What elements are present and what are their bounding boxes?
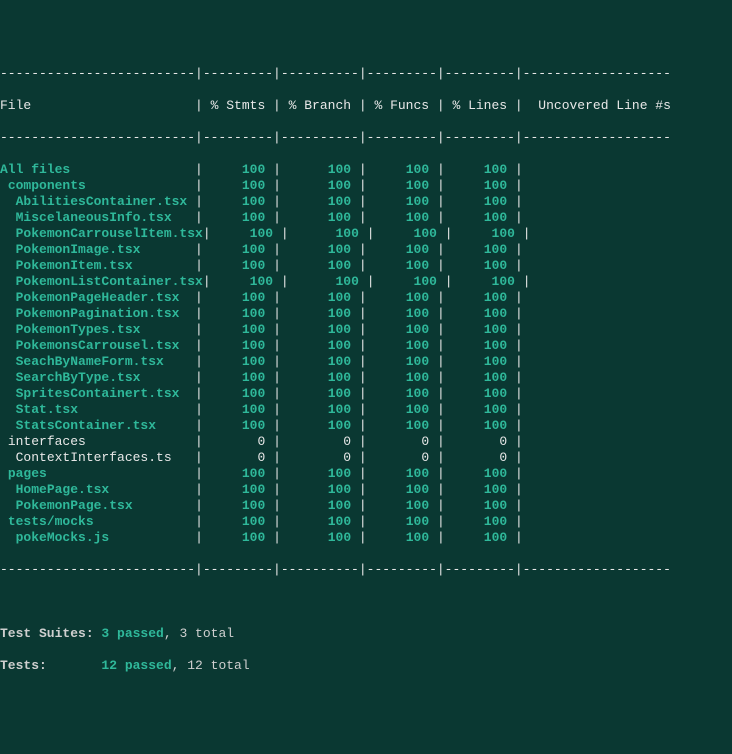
test-suites-line: Test Suites: 3 passed, 3 total xyxy=(0,626,732,642)
coverage-row: interfaces | 0 | 0 | 0 | 0 | xyxy=(0,434,732,450)
coverage-row: PokemonImage.tsx | 100 | 100 | 100 | 100… xyxy=(0,242,732,258)
rule-bottom: -------------------------|---------|----… xyxy=(0,562,732,578)
coverage-row: SeachByNameForm.tsx | 100 | 100 | 100 | … xyxy=(0,354,732,370)
coverage-row: SpritesContainert.tsx | 100 | 100 | 100 … xyxy=(0,386,732,402)
coverage-row: PokemonPage.tsx | 100 | 100 | 100 | 100 … xyxy=(0,498,732,514)
tests-line: Tests: 12 passed, 12 total xyxy=(0,658,732,674)
coverage-row: MiscelaneousInfo.tsx | 100 | 100 | 100 |… xyxy=(0,210,732,226)
rule-mid: -------------------------|---------|----… xyxy=(0,130,732,146)
coverage-rows: All files | 100 | 100 | 100 | 100 | comp… xyxy=(0,162,732,546)
coverage-row: AbilitiesContainer.tsx | 100 | 100 | 100… xyxy=(0,194,732,210)
coverage-row: Stat.tsx | 100 | 100 | 100 | 100 | xyxy=(0,402,732,418)
coverage-row: ContextInterfaces.ts | 0 | 0 | 0 | 0 | xyxy=(0,450,732,466)
coverage-terminal-output: { "header": { "file": "File", "stmts": "… xyxy=(0,16,732,690)
coverage-row: PokemonsCarrousel.tsx | 100 | 100 | 100 … xyxy=(0,338,732,354)
blank-line xyxy=(0,594,732,610)
coverage-row: tests/mocks | 100 | 100 | 100 | 100 | xyxy=(0,514,732,530)
coverage-row: HomePage.tsx | 100 | 100 | 100 | 100 | xyxy=(0,482,732,498)
coverage-row: SearchByType.tsx | 100 | 100 | 100 | 100… xyxy=(0,370,732,386)
rule-top: -------------------------|---------|----… xyxy=(0,66,732,82)
coverage-row: pokeMocks.js | 100 | 100 | 100 | 100 | xyxy=(0,530,732,546)
coverage-row: PokemonPagination.tsx | 100 | 100 | 100 … xyxy=(0,306,732,322)
coverage-row: PokemonCarrouselItem.tsx| 100 | 100 | 10… xyxy=(0,226,732,242)
coverage-row: PokemonItem.tsx | 100 | 100 | 100 | 100 … xyxy=(0,258,732,274)
header-row: File | % Stmts | % Branch | % Funcs | % … xyxy=(0,98,732,114)
coverage-row: pages | 100 | 100 | 100 | 100 | xyxy=(0,466,732,482)
coverage-row: All files | 100 | 100 | 100 | 100 | xyxy=(0,162,732,178)
coverage-row: PokemonPageHeader.tsx | 100 | 100 | 100 … xyxy=(0,290,732,306)
coverage-row: PokemonListContainer.tsx| 100 | 100 | 10… xyxy=(0,274,732,290)
coverage-row: PokemonTypes.tsx | 100 | 100 | 100 | 100… xyxy=(0,322,732,338)
coverage-row: StatsContainer.tsx | 100 | 100 | 100 | 1… xyxy=(0,418,732,434)
coverage-row: components | 100 | 100 | 100 | 100 | xyxy=(0,178,732,194)
